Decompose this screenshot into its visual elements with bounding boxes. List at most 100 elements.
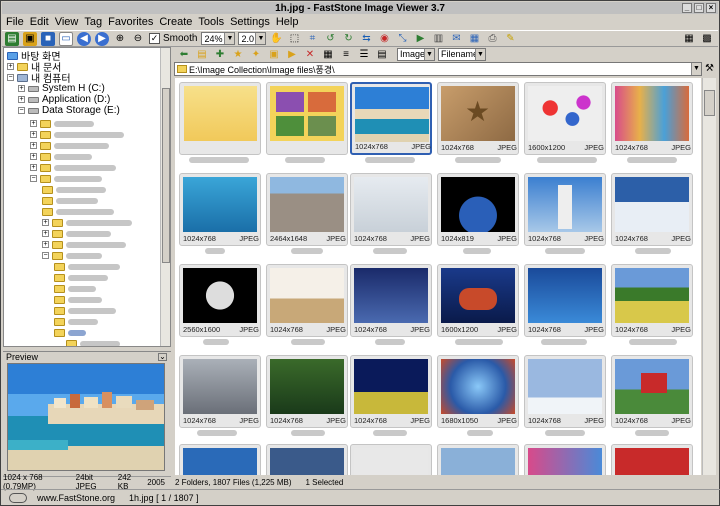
thumbnail[interactable]: 1600x1200 JPEG (437, 264, 519, 337)
zoom-out-icon[interactable]: ⊖ (131, 32, 145, 46)
thumbnail[interactable]: 1024x768 JPEG (266, 355, 348, 428)
delete-icon[interactable]: ✕ (303, 47, 317, 61)
new-folder-icon[interactable]: ✚ (213, 47, 227, 61)
current-file-info: 1h.jpg [ 1 / 1807 ] (129, 493, 199, 503)
menu-create[interactable]: Create (159, 16, 192, 28)
tag-icon[interactable]: ✦ (249, 47, 263, 61)
open-folder-icon[interactable]: ▤ (5, 31, 19, 46)
menu-favorites[interactable]: Favorites (108, 16, 153, 28)
red-eye-icon[interactable]: ◉ (377, 32, 391, 46)
address-dropdown[interactable]: ▼ (691, 63, 701, 75)
menu-settings[interactable]: Settings (230, 16, 270, 28)
thumbnail[interactable] (179, 444, 261, 475)
thumbnail[interactable]: 1024x768 JPEG (524, 355, 606, 428)
thumbnail[interactable] (266, 82, 348, 155)
menu-view[interactable]: View (55, 16, 79, 28)
resize-icon[interactable]: ⤡ (395, 32, 409, 46)
thumbnail[interactable]: 1024x768 JPEG (611, 82, 693, 155)
thumbnail-view-icon[interactable]: ▦ (321, 47, 335, 61)
details-view-icon[interactable]: ≡ (339, 47, 353, 61)
menu-tag[interactable]: Tag (84, 16, 102, 28)
thumbnail-selected[interactable]: 1024x768 JPEG (350, 82, 432, 155)
thumbnail[interactable]: 1024x768 JPEG (524, 264, 606, 337)
file-type-filter[interactable]: Images ▼ (397, 47, 435, 61)
thumbnail[interactable]: 1024x768 JPEG (611, 264, 693, 337)
thumbnail[interactable] (611, 444, 693, 475)
tree-drive-d[interactable]: + Application (D:) (18, 94, 110, 105)
tree-mycomputer[interactable]: − 내 컴퓨터 (7, 72, 71, 85)
up-folder-icon[interactable]: ▤ (195, 47, 209, 61)
tree-drive-c[interactable]: + System H (C:) (18, 83, 105, 94)
rotate-left-icon[interactable]: ↺ (323, 32, 337, 46)
rotate-right-icon[interactable]: ↻ (341, 32, 355, 46)
compare-icon[interactable]: ▥ (431, 32, 445, 46)
crop-icon[interactable]: ⌗ (305, 32, 319, 46)
settings-icon[interactable]: ✎ (503, 32, 517, 46)
email-icon[interactable]: ✉ (449, 32, 463, 46)
list-view-icon[interactable]: ☰ (357, 47, 371, 61)
thumbnail[interactable]: 1024x768 JPEG (350, 355, 432, 428)
collapse-preview-button[interactable]: ⌄ (158, 353, 167, 361)
thumbnail[interactable]: 1024x819 JPEG (437, 173, 519, 246)
thumbnail-scrollbar[interactable] (702, 78, 716, 475)
thumbnail[interactable]: 2560x1600 JPEG (179, 264, 261, 337)
grid-view-icon[interactable]: ▩ (700, 32, 714, 46)
close-button[interactable]: × (706, 3, 716, 13)
menu-edit[interactable]: Edit (30, 16, 49, 28)
thumbnail[interactable]: 1680x1050 JPEG (437, 355, 519, 428)
address-bar[interactable]: E:\Image Collection\Image files\풍경\ ▼ (174, 62, 702, 76)
select-tool-icon[interactable]: ⬚ (287, 32, 301, 46)
thumbnail[interactable]: 1024x768 JPEG (524, 173, 606, 246)
refresh-icon[interactable]: ▤ (375, 47, 389, 61)
next-icon[interactable]: ▶ (95, 31, 109, 46)
thumbnail[interactable]: 1024x768 JPEG (611, 355, 693, 428)
tree-scrollbar[interactable] (160, 48, 170, 346)
scroll-thumb[interactable] (704, 90, 715, 116)
hand-tool-icon[interactable]: ✋ (269, 32, 283, 46)
menu-file[interactable]: File (6, 16, 24, 28)
thumbnail[interactable] (266, 444, 348, 475)
fullscreen-icon[interactable]: ▭ (59, 31, 73, 46)
save-icon[interactable]: ■ (41, 31, 55, 46)
zoom-select[interactable]: 24% ▼ (201, 32, 236, 45)
back-icon[interactable]: ⬅ (177, 47, 191, 61)
gamma-select[interactable]: 2.0 ▼ (238, 32, 267, 45)
wallpaper-icon[interactable]: ▦ (467, 32, 481, 46)
move-icon[interactable]: ▶ (285, 47, 299, 61)
thumbnail[interactable] (524, 444, 606, 475)
print-icon[interactable]: ⎙ (485, 32, 499, 46)
browse-icon[interactable]: ▣ (23, 31, 37, 46)
zoom-in-icon[interactable]: ⊕ (113, 32, 127, 46)
thumbnail[interactable]: ★ 1024x768 JPEG (437, 82, 519, 155)
copy-icon[interactable]: ▣ (267, 47, 281, 61)
slideshow-icon[interactable]: ▶ (413, 32, 427, 46)
thumbnail[interactable]: 2464x1648 JPEG (266, 173, 348, 246)
main-toolbar: ▤ ▣ ■ ▭ ◀ ▶ ⊕ ⊖ ✓ Smooth 24% ▼ 2.0 ▼ ✋ ⬚ ⌗… (2, 30, 718, 47)
thumbnail[interactable]: 1024x768 JPEG (266, 264, 348, 337)
layout-icon[interactable]: ▦ (682, 32, 696, 46)
go-icon[interactable]: ⚒ (705, 63, 714, 74)
thumbnail[interactable]: 1600x1200 JPEG (524, 82, 606, 155)
thumbnail[interactable] (437, 444, 519, 475)
minimize-button[interactable]: _ (682, 3, 692, 13)
thumbnail[interactable] (179, 82, 261, 155)
favorites-icon[interactable]: ★ (231, 47, 245, 61)
title-bar: 1h.jpg - FastStone Image Viewer 3.7 _ □ … (2, 2, 718, 14)
prev-icon[interactable]: ◀ (77, 31, 91, 46)
thumbnail[interactable]: 1024x768 JPEG (179, 173, 261, 246)
menu-tools[interactable]: Tools (198, 16, 224, 28)
thumbnail[interactable] (350, 444, 432, 475)
sort-select[interactable]: Filename ▼ (438, 47, 486, 61)
tree-drive-e[interactable]: − Data Storage (E:) (18, 105, 120, 116)
thumbnail[interactable]: 1024x768 JPEG (350, 264, 432, 337)
thumbnail[interactable]: 1024x768 JPEG (611, 173, 693, 246)
drive-icon (28, 85, 39, 92)
menu-help[interactable]: Help (276, 16, 299, 28)
thumbnail[interactable]: 1024x768 JPEG (350, 173, 432, 246)
maximize-button[interactable]: □ (694, 3, 704, 13)
smooth-checkbox[interactable]: ✓ (149, 33, 160, 44)
thumbnail[interactable]: 1024x768 JPEG (179, 355, 261, 428)
website-link[interactable]: www.FastStone.org (37, 493, 115, 503)
computer-icon (17, 73, 28, 82)
flip-icon[interactable]: ⇆ (359, 32, 373, 46)
